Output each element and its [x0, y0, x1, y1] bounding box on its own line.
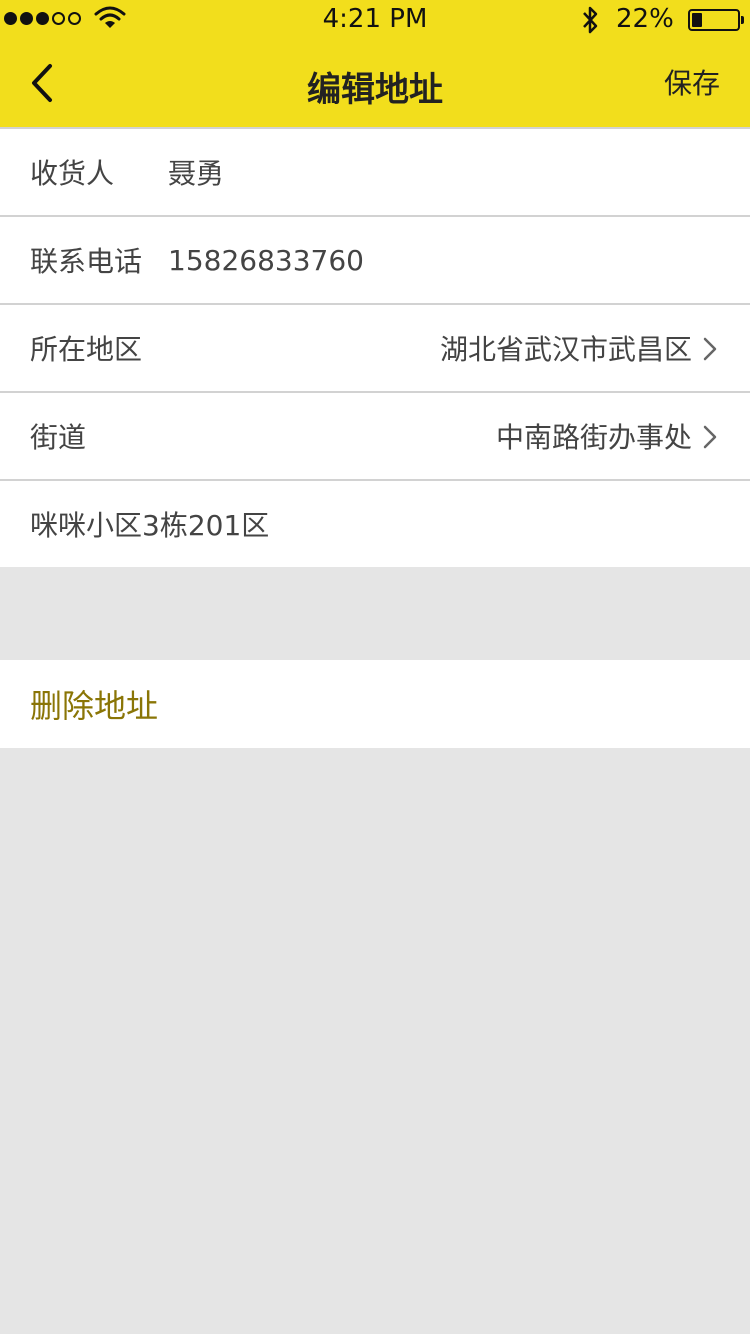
phone-field[interactable]: 15826833760	[168, 244, 364, 277]
chevron-right-icon	[703, 337, 717, 361]
page-title: 编辑地址	[307, 70, 443, 110]
battery-percent: 22%	[616, 4, 674, 34]
battery-fill	[692, 13, 702, 27]
region-label: 所在地区	[30, 333, 143, 366]
delete-address-button[interactable]: 删除地址	[30, 681, 158, 727]
region-row[interactable]: 所在地区 湖北省武汉市武昌区	[0, 303, 750, 391]
save-button[interactable]: 保存	[664, 62, 720, 102]
header: 4:21 PM 22% 编辑地址 保存	[0, 0, 750, 127]
phone-row[interactable]: 联系电话 15826833760	[0, 215, 750, 303]
street-row[interactable]: 街道 中南路街办事处	[0, 391, 750, 479]
address-form: 收货人 聂勇 联系电话 15826833760 所在地区 湖北省武汉市武昌区 街…	[0, 127, 750, 567]
battery-icon	[688, 9, 744, 31]
street-value: 中南路街办事处	[495, 421, 692, 454]
region-value: 湖北省武汉市武昌区	[439, 333, 692, 366]
detail-address-row[interactable]: 咪咪小区3栋201区	[0, 479, 750, 567]
street-label: 街道	[30, 421, 87, 454]
chevron-right-icon	[703, 425, 717, 449]
recipient-label: 收货人	[30, 157, 115, 190]
status-bar: 4:21 PM 22%	[0, 0, 750, 40]
recipient-row[interactable]: 收货人 聂勇	[0, 127, 750, 215]
nav-bar: 编辑地址 保存	[0, 40, 750, 127]
detail-address-field[interactable]: 咪咪小区3栋201区	[30, 504, 269, 544]
delete-section: 删除地址	[0, 660, 750, 748]
recipient-field[interactable]: 聂勇	[168, 152, 224, 192]
bluetooth-icon	[583, 6, 598, 34]
phone-label: 联系电话	[30, 245, 143, 278]
